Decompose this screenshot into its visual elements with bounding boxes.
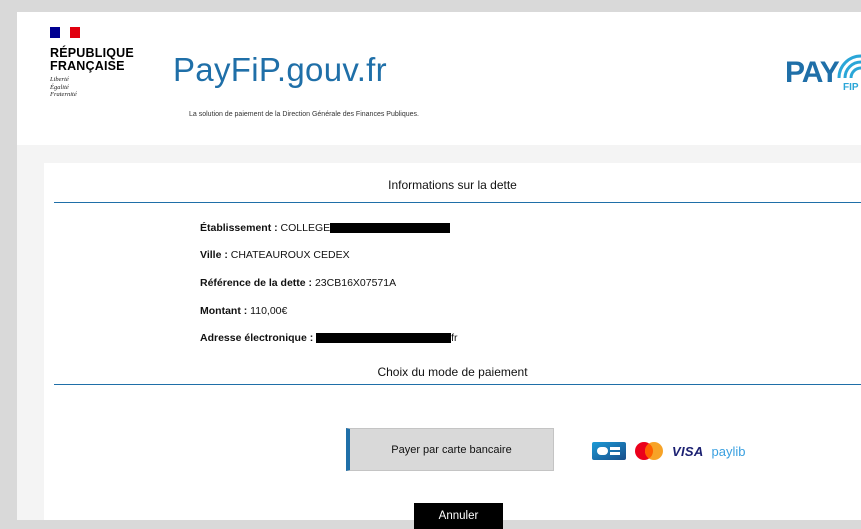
logo-fip-text: FIP xyxy=(843,82,859,93)
mastercard-icon xyxy=(635,442,663,460)
debt-section-title: Informations sur la dette xyxy=(388,178,517,192)
page: RÉPUBLIQUE FRANÇAISE Liberté Égalité Fra… xyxy=(17,12,861,529)
republique-francaise-label: RÉPUBLIQUE FRANÇAISE xyxy=(50,46,134,73)
email-row: Adresse électronique : fr xyxy=(200,332,458,344)
paylib-icon: paylib xyxy=(711,443,746,459)
brand-suffix: .gouv.fr xyxy=(276,51,387,88)
redacted-block xyxy=(330,223,451,234)
etablissement-row: Établissement : COLLEGE xyxy=(200,222,451,234)
reference-row: Référence de la dette : 23CB16X07571A xyxy=(200,277,396,289)
logo-pay-text: PAY xyxy=(785,56,840,89)
visa-icon: VISA xyxy=(672,443,704,459)
tagline: La solution de paiement de la Direction … xyxy=(189,111,419,118)
section-divider xyxy=(54,202,861,203)
reference-label: Référence de la dette : xyxy=(200,277,313,289)
payment-section-title: Choix du mode de paiement xyxy=(377,365,528,379)
email-suffix: fr xyxy=(451,332,458,344)
marianne-flag-icon xyxy=(50,27,80,38)
email-label: Adresse électronique : xyxy=(200,332,314,344)
payfip-brand-title[interactable]: PayFiP.gouv.fr xyxy=(173,50,387,90)
cb-card-icon xyxy=(592,442,626,460)
reference-value: 23CB16X07571A xyxy=(314,277,397,289)
etablissement-label: Établissement : xyxy=(200,222,278,234)
montant-row: Montant : 110,00€ xyxy=(200,305,287,317)
republic-motto: Liberté Égalité Fraternité xyxy=(50,76,77,98)
pay-by-card-button[interactable]: Payer par carte bancaire xyxy=(346,428,554,471)
cancel-button[interactable]: Annuler xyxy=(414,503,503,529)
montant-value: 110,00€ xyxy=(250,305,288,317)
ville-value: CHATEAUROUX CEDEX xyxy=(230,249,350,261)
main-content: Informations sur la dette Établissement … xyxy=(44,163,861,529)
ville-row: Ville : CHATEAUROUX CEDEX xyxy=(200,249,350,261)
card-logos: VISA paylib xyxy=(592,440,746,462)
ville-label: Ville : xyxy=(200,249,228,261)
site-header: RÉPUBLIQUE FRANÇAISE Liberté Égalité Fra… xyxy=(17,12,861,145)
brand-main: PayFiP xyxy=(173,51,277,88)
redacted-block xyxy=(316,333,452,344)
section-divider xyxy=(54,384,861,385)
etablissement-value: COLLEGE xyxy=(280,222,331,234)
wifi-waves-icon xyxy=(837,54,861,79)
montant-label: Montant : xyxy=(200,305,248,317)
